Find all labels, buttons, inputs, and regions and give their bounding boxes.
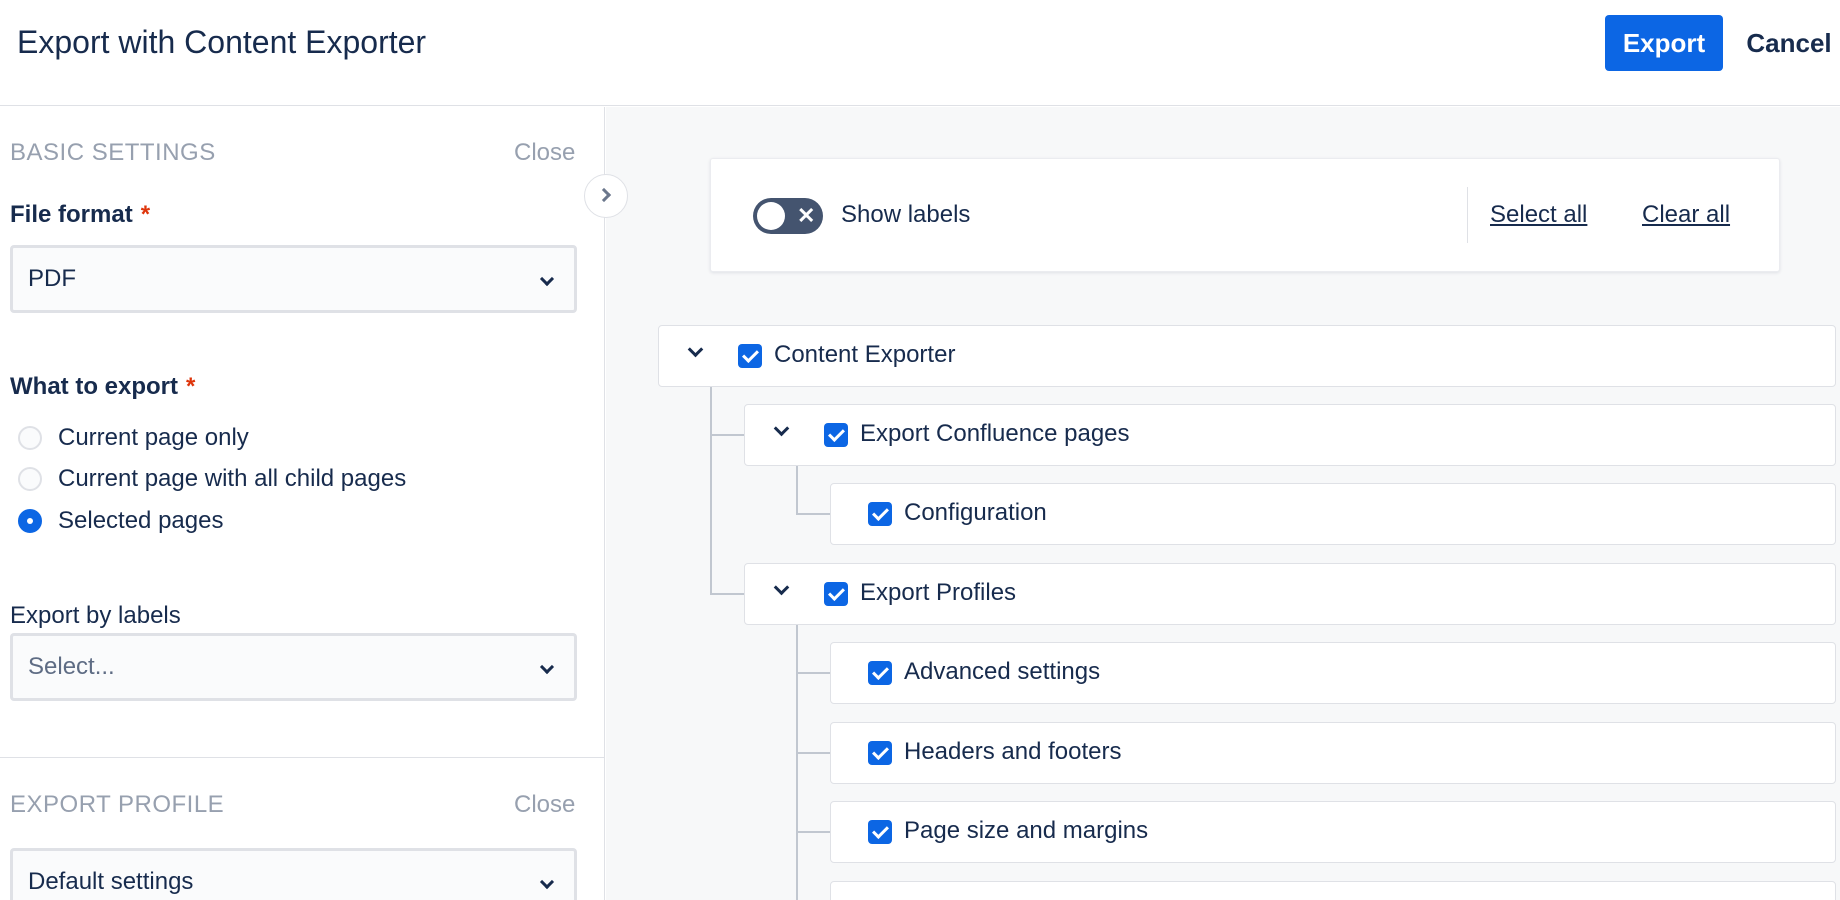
tree-toolbar: ✕ Show labels Select all Clear all xyxy=(710,158,1780,272)
checkbox[interactable] xyxy=(868,741,892,765)
select-all-link[interactable]: Select all xyxy=(1490,201,1587,229)
radio-label: Current page only xyxy=(58,424,249,451)
radio-button[interactable] xyxy=(18,426,42,450)
tree-connector xyxy=(796,466,798,514)
dialog-header: Export with Content Exporter Export Canc… xyxy=(0,0,1840,106)
tree-row-label: Content Exporter xyxy=(774,341,956,368)
export-profile-close-button[interactable]: Close xyxy=(514,791,575,819)
basic-settings-close-button[interactable]: Close xyxy=(514,139,575,167)
chevron-right-icon xyxy=(596,187,612,203)
tree-connector xyxy=(710,386,712,594)
chevron-down-icon[interactable] xyxy=(773,579,790,596)
chevron-down-icon xyxy=(539,271,555,287)
export-profile-select[interactable]: Default settings xyxy=(10,848,577,900)
required-mark: * xyxy=(186,373,196,400)
checkbox[interactable] xyxy=(824,582,848,606)
tree-row-label: Export Profiles xyxy=(860,579,1017,606)
tree-row-label: Export Confluence pages xyxy=(860,420,1130,447)
export-by-labels-select[interactable]: Select... xyxy=(10,633,577,701)
radio-button-selected[interactable] xyxy=(18,509,42,533)
required-mark: * xyxy=(140,201,151,228)
dialog-title: Export with Content Exporter xyxy=(17,24,427,60)
tree-row: Page size and margins xyxy=(830,801,1836,863)
clear-all-link[interactable]: Clear all xyxy=(1642,201,1730,229)
basic-settings-heading: BASIC SETTINGS xyxy=(10,139,216,166)
tree-row: Advanced settings xyxy=(830,642,1836,704)
checkbox[interactable] xyxy=(738,344,762,368)
tree-row-label: Configuration xyxy=(904,499,1047,526)
checkbox[interactable] xyxy=(868,502,892,526)
export-by-labels-label: Export by labels xyxy=(10,602,181,629)
radio-label: Selected pages xyxy=(58,507,224,534)
tree-row-label: Advanced settings xyxy=(904,658,1101,685)
checkbox[interactable] xyxy=(868,820,892,844)
toolbar-divider xyxy=(1467,187,1468,243)
file-format-select[interactable]: PDF xyxy=(10,245,577,313)
checkbox[interactable] xyxy=(868,661,892,685)
what-to-export-label: What to export * xyxy=(10,373,196,400)
radio-button[interactable] xyxy=(18,467,42,491)
radio-current-page-with-children[interactable]: Current page with all child pages xyxy=(18,464,406,494)
radio-selected-pages[interactable]: Selected pages xyxy=(18,506,223,536)
toggle-knob xyxy=(757,202,785,230)
tree-row xyxy=(830,881,1836,900)
export-profile-value: Default settings xyxy=(28,868,194,895)
export-by-labels-placeholder: Select... xyxy=(28,653,115,680)
file-format-value: PDF xyxy=(28,265,76,292)
page-tree-panel: ✕ Show labels Select all Clear all Conte… xyxy=(606,107,1840,900)
tree-row-label: Page size and margins xyxy=(904,817,1149,844)
checkbox[interactable] xyxy=(824,423,848,447)
tree-row: Headers and footers xyxy=(830,722,1836,784)
cancel-button[interactable]: Cancel xyxy=(1738,15,1840,71)
show-labels-label: Show labels xyxy=(841,201,971,228)
tree-row: Export Profiles xyxy=(744,563,1836,625)
show-labels-toggle[interactable]: ✕ xyxy=(753,198,823,234)
radio-current-page-only[interactable]: Current page only xyxy=(18,423,249,453)
tree-row-label: Headers and footers xyxy=(904,738,1122,765)
tree-row: Export Confluence pages xyxy=(744,404,1836,466)
export-button[interactable]: Export xyxy=(1605,15,1723,71)
tree-row: Content Exporter xyxy=(658,325,1836,387)
radio-label: Current page with all child pages xyxy=(58,465,407,492)
tree-connector xyxy=(796,625,798,900)
file-format-label: File format * xyxy=(10,201,151,228)
chevron-down-icon[interactable] xyxy=(773,420,790,437)
section-divider xyxy=(0,757,604,758)
settings-panel: BASIC SETTINGS Close File format * PDF Wh… xyxy=(0,107,605,900)
collapse-panel-button[interactable] xyxy=(584,174,628,218)
export-profile-heading: EXPORT PROFILE xyxy=(10,791,225,818)
chevron-down-icon[interactable] xyxy=(687,341,704,358)
tree-row: Configuration xyxy=(830,483,1836,545)
chevron-down-icon xyxy=(539,659,555,675)
chevron-down-icon xyxy=(539,874,555,890)
close-icon: ✕ xyxy=(797,203,816,228)
